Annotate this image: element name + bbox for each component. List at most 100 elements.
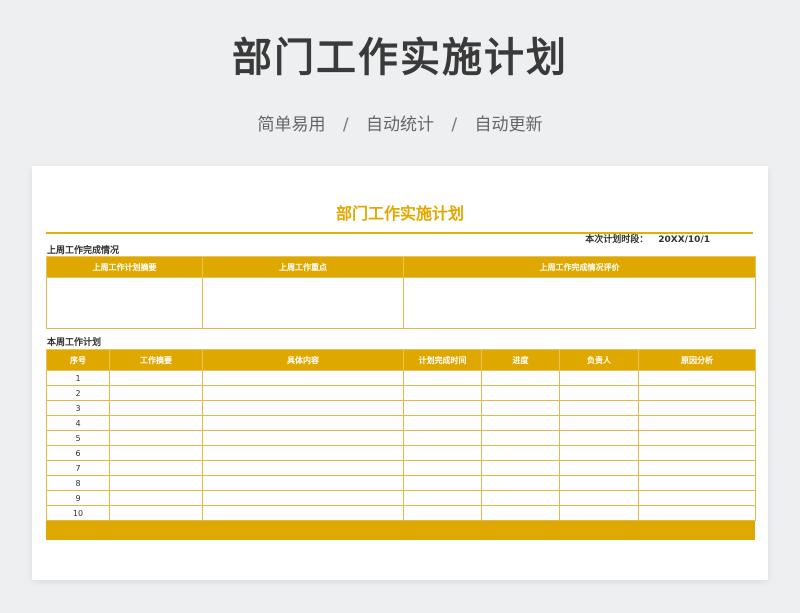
cell[interactable] xyxy=(481,385,560,401)
cell[interactable] xyxy=(202,475,404,491)
table-row: 10 xyxy=(46,505,756,521)
cell[interactable] xyxy=(481,490,560,506)
row-number-cell[interactable]: 10 xyxy=(46,505,110,521)
column-header: 负责人 xyxy=(559,349,639,371)
table-row: 9 xyxy=(46,490,756,506)
subtitle-item: 自动更新 xyxy=(474,115,543,135)
cell[interactable] xyxy=(559,475,639,491)
page-title: 部门工作实施计划 xyxy=(232,35,568,81)
cell[interactable] xyxy=(403,400,482,416)
column-header: 上周工作重点 xyxy=(202,256,404,278)
cell[interactable] xyxy=(559,445,639,461)
cell[interactable] xyxy=(109,475,203,491)
cell[interactable] xyxy=(638,460,756,476)
cell[interactable] xyxy=(202,505,404,521)
table-header-row: 序号 工作摘要 具体内容 计划完成时间 进度 负责人 原因分析 xyxy=(46,349,756,371)
cell[interactable] xyxy=(559,460,639,476)
cell[interactable] xyxy=(109,370,203,386)
cell[interactable] xyxy=(109,430,203,446)
row-number-cell[interactable]: 8 xyxy=(46,475,110,491)
cell[interactable] xyxy=(559,430,639,446)
cell[interactable] xyxy=(109,385,203,401)
table-row: 4 xyxy=(46,415,756,431)
cell[interactable] xyxy=(559,415,639,431)
plan-period: 本次计划时段： 20XX/10/1 xyxy=(585,234,710,246)
cell[interactable] xyxy=(46,277,203,329)
cell[interactable] xyxy=(109,445,203,461)
cell[interactable] xyxy=(481,475,560,491)
cell[interactable] xyxy=(403,277,756,329)
row-number-cell[interactable]: 5 xyxy=(46,430,110,446)
cell[interactable] xyxy=(638,430,756,446)
cell[interactable] xyxy=(638,445,756,461)
row-number-cell[interactable]: 9 xyxy=(46,490,110,506)
cell[interactable] xyxy=(109,460,203,476)
cell[interactable] xyxy=(481,400,560,416)
cell[interactable] xyxy=(481,445,560,461)
cell[interactable] xyxy=(109,400,203,416)
cell[interactable] xyxy=(202,445,404,461)
cell[interactable] xyxy=(202,400,404,416)
cell[interactable] xyxy=(638,475,756,491)
cell[interactable] xyxy=(109,490,203,506)
row-number-cell[interactable]: 7 xyxy=(46,460,110,476)
cell[interactable] xyxy=(403,490,482,506)
cell[interactable] xyxy=(403,505,482,521)
cell[interactable] xyxy=(559,385,639,401)
column-header: 原因分析 xyxy=(638,349,756,371)
cell[interactable] xyxy=(202,415,404,431)
cell[interactable] xyxy=(559,370,639,386)
row-number-cell[interactable]: 6 xyxy=(46,445,110,461)
cell[interactable] xyxy=(202,490,404,506)
cell[interactable] xyxy=(481,430,560,446)
table-row xyxy=(46,277,756,329)
cell[interactable] xyxy=(559,505,639,521)
row-number-cell[interactable]: 4 xyxy=(46,415,110,431)
cell[interactable] xyxy=(202,430,404,446)
plan-period-value[interactable]: 20XX/10/1 xyxy=(658,235,710,245)
subtitle: 简单易用 / 自动统计 / 自动更新 xyxy=(0,113,800,137)
cell[interactable] xyxy=(403,370,482,386)
cell[interactable] xyxy=(202,460,404,476)
column-header: 上周工作计划摘要 xyxy=(46,256,203,278)
cell[interactable] xyxy=(403,415,482,431)
column-header: 具体内容 xyxy=(202,349,404,371)
cell[interactable] xyxy=(638,505,756,521)
subtitle-separator: / xyxy=(342,115,349,135)
cell[interactable] xyxy=(638,415,756,431)
row-number-cell[interactable]: 3 xyxy=(46,400,110,416)
cell[interactable] xyxy=(403,385,482,401)
row-number-cell[interactable]: 2 xyxy=(46,385,110,401)
table-row: 5 xyxy=(46,430,756,446)
row-number-cell[interactable]: 1 xyxy=(46,370,110,386)
cell[interactable] xyxy=(638,370,756,386)
cell[interactable] xyxy=(202,370,404,386)
cell[interactable] xyxy=(559,490,639,506)
column-header: 上周工作完成情况评价 xyxy=(403,256,756,278)
this-week-section-label: 本周工作计划 xyxy=(47,338,102,348)
table-row: 6 xyxy=(46,445,756,461)
cell[interactable] xyxy=(481,505,560,521)
this-week-table: 序号 工作摘要 具体内容 计划完成时间 进度 负责人 原因分析 12345678… xyxy=(46,349,756,521)
cell[interactable] xyxy=(202,277,404,329)
table-row: 2 xyxy=(46,385,756,401)
cell[interactable] xyxy=(481,415,560,431)
cell[interactable] xyxy=(638,385,756,401)
cell[interactable] xyxy=(109,505,203,521)
cell[interactable] xyxy=(559,400,639,416)
cell[interactable] xyxy=(638,400,756,416)
cell[interactable] xyxy=(403,445,482,461)
table-row: 8 xyxy=(46,475,756,491)
cell[interactable] xyxy=(403,460,482,476)
plan-period-label: 本次计划时段： xyxy=(585,235,649,245)
table-row: 3 xyxy=(46,400,756,416)
last-week-table: 上周工作计划摘要 上周工作重点 上周工作完成情况评价 xyxy=(46,256,756,329)
cell[interactable] xyxy=(403,430,482,446)
cell[interactable] xyxy=(481,370,560,386)
cell[interactable] xyxy=(202,385,404,401)
cell[interactable] xyxy=(638,490,756,506)
cell[interactable] xyxy=(109,415,203,431)
column-header: 工作摘要 xyxy=(109,349,203,371)
cell[interactable] xyxy=(481,460,560,476)
cell[interactable] xyxy=(403,475,482,491)
